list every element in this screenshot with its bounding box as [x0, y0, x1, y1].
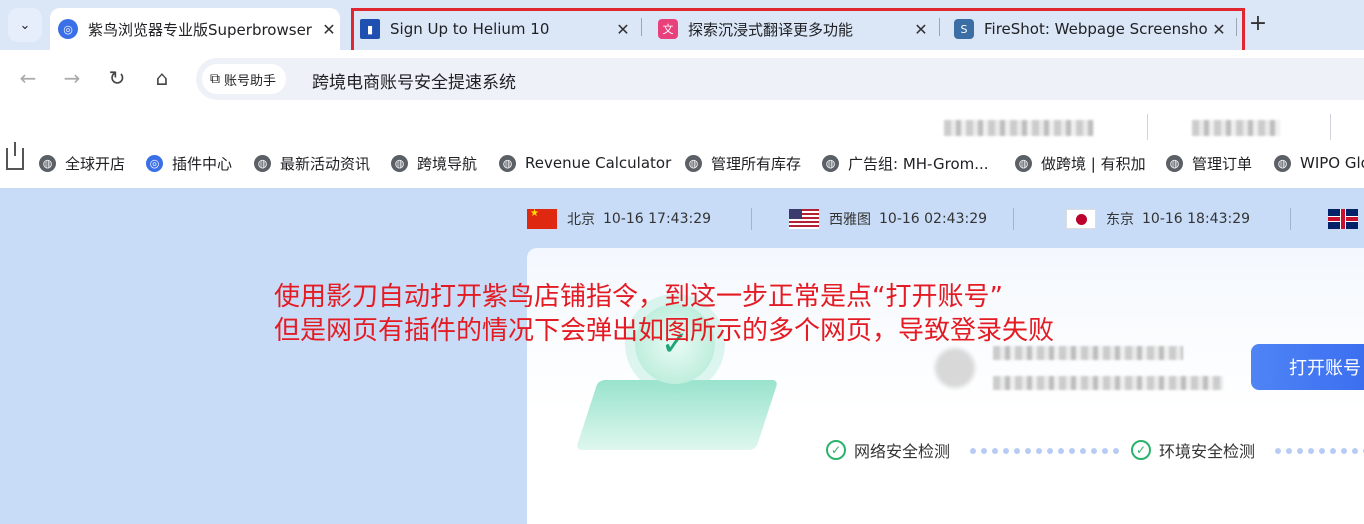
bookmark-item[interactable]: ◍ 做跨境 | 有积加 — [1015, 152, 1146, 174]
forward-arrow-icon: → — [63, 66, 81, 90]
uk-flag-icon — [1328, 209, 1358, 229]
ziniao-icon: ◎ — [58, 19, 78, 39]
bookmark-item[interactable]: ◍ 全球开店 — [39, 152, 125, 174]
environment-check-step: ✓ 环境安全检测 — [1131, 438, 1255, 462]
divider — [1290, 208, 1291, 230]
blurred-info — [1192, 120, 1280, 136]
share-icon[interactable] — [6, 142, 24, 170]
globe-icon: ◍ — [1274, 154, 1291, 172]
clock-london — [1328, 208, 1364, 230]
globe-icon: ◍ — [254, 154, 271, 172]
reload-button[interactable]: ↻ — [101, 62, 133, 94]
clock-beijing: 北京 10-16 17:43:29 — [527, 208, 711, 230]
blurred-account-name — [993, 346, 1183, 360]
chevron-down-icon: ⌄ — [19, 17, 31, 33]
avatar — [935, 348, 975, 388]
bookmark-item[interactable]: ◍ 广告组: MH-Grom... — [822, 152, 989, 174]
url-text: 跨境电商账号安全提速系统 — [312, 73, 516, 93]
blurred-account-info — [993, 376, 1223, 390]
account-assistant-chip[interactable]: ⧉ 账号助手 — [202, 64, 287, 94]
china-flag-icon — [527, 209, 557, 229]
open-account-button[interactable]: 打开账号 — [1251, 344, 1364, 390]
bookmark-item[interactable]: ◍ 管理所有库存 — [685, 152, 801, 174]
reload-icon: ↻ — [108, 66, 126, 90]
bookmark-item[interactable]: ◎ 插件中心 — [146, 152, 232, 174]
back-arrow-icon: ← — [19, 66, 37, 90]
tab-ziniao[interactable]: ◎ 紫鸟浏览器专业版Superbrowser ✕ — [50, 8, 340, 50]
globe-icon: ◍ — [822, 154, 839, 172]
chip-label: 账号助手 — [224, 73, 277, 89]
new-tab-button[interactable]: + — [1246, 12, 1270, 36]
japan-flag-icon — [1066, 209, 1096, 229]
globe-icon: ◍ — [685, 154, 702, 172]
home-button[interactable]: ⌂ — [146, 62, 178, 94]
bookmark-item[interactable]: ◍ 管理订单 — [1166, 152, 1252, 174]
tab-search-button[interactable]: ⌄ — [8, 8, 42, 42]
platform-graphic — [575, 380, 779, 450]
ziniao-icon: ◎ — [146, 154, 163, 172]
annotation-text: 使用影刀自动打开紫鸟店铺指令，到这一步正常是点“打开账号” 但是网页有插件的情况… — [274, 280, 1054, 348]
forward-button[interactable]: → — [56, 62, 88, 94]
check-circle-icon: ✓ — [826, 440, 846, 460]
progress-dots — [1275, 448, 1364, 456]
bookmark-item[interactable]: ◍ 最新活动资讯 — [254, 152, 370, 174]
globe-icon: ◍ — [499, 154, 516, 172]
page-content: 北京 10-16 17:43:29 西雅图 10-16 02:43:29 东京 … — [0, 188, 1364, 524]
bookmark-item[interactable]: ◍ WIPO Glo — [1274, 152, 1364, 174]
divider — [1330, 114, 1331, 140]
globe-icon: ◍ — [1015, 154, 1032, 172]
puzzle-icon: ⧉ — [210, 71, 220, 87]
globe-icon: ◍ — [1166, 154, 1183, 172]
globe-icon: ◍ — [39, 154, 56, 172]
bookmarks-bar: ◍ 全球开店 ◎ 插件中心 ◍ 最新活动资讯 ◍ 跨境导航 ◍ Revenue Calcu… — [0, 108, 1364, 188]
bookmark-item[interactable]: ◍ 跨境导航 — [391, 152, 477, 174]
divider — [1147, 114, 1148, 140]
annotation-line-1: 使用影刀自动打开紫鸟店铺指令，到这一步正常是点“打开账号” — [274, 282, 1003, 312]
address-bar[interactable]: ⧉ 账号助手 跨境电商账号安全提速系统 — [196, 58, 1364, 100]
progress-dots — [970, 448, 1119, 456]
close-icon[interactable]: ✕ — [318, 20, 340, 39]
clock-tokyo: 东京 10-16 18:43:29 — [1066, 208, 1250, 230]
divider — [751, 208, 752, 230]
home-icon: ⌂ — [155, 66, 169, 90]
annotation-line-2: 但是网页有插件的情况下会弹出如图所示的多个网页，导致登录失败 — [274, 316, 1055, 346]
check-circle-icon: ✓ — [1131, 440, 1151, 460]
network-check-step: ✓ 网络安全检测 — [826, 438, 950, 462]
tab-title: 紫鸟浏览器专业版Superbrowser — [88, 20, 312, 39]
back-button[interactable]: ← — [12, 62, 44, 94]
toolbar: ← → ↻ ⌂ ⧉ 账号助手 跨境电商账号安全提速系统 — [0, 50, 1364, 108]
clock-seattle: 西雅图 10-16 02:43:29 — [789, 208, 987, 230]
blurred-info — [944, 120, 1094, 136]
us-flag-icon — [789, 209, 819, 229]
globe-icon: ◍ — [391, 154, 408, 172]
divider — [1013, 208, 1014, 230]
bookmark-item[interactable]: ◍ Revenue Calculator — [499, 152, 671, 174]
